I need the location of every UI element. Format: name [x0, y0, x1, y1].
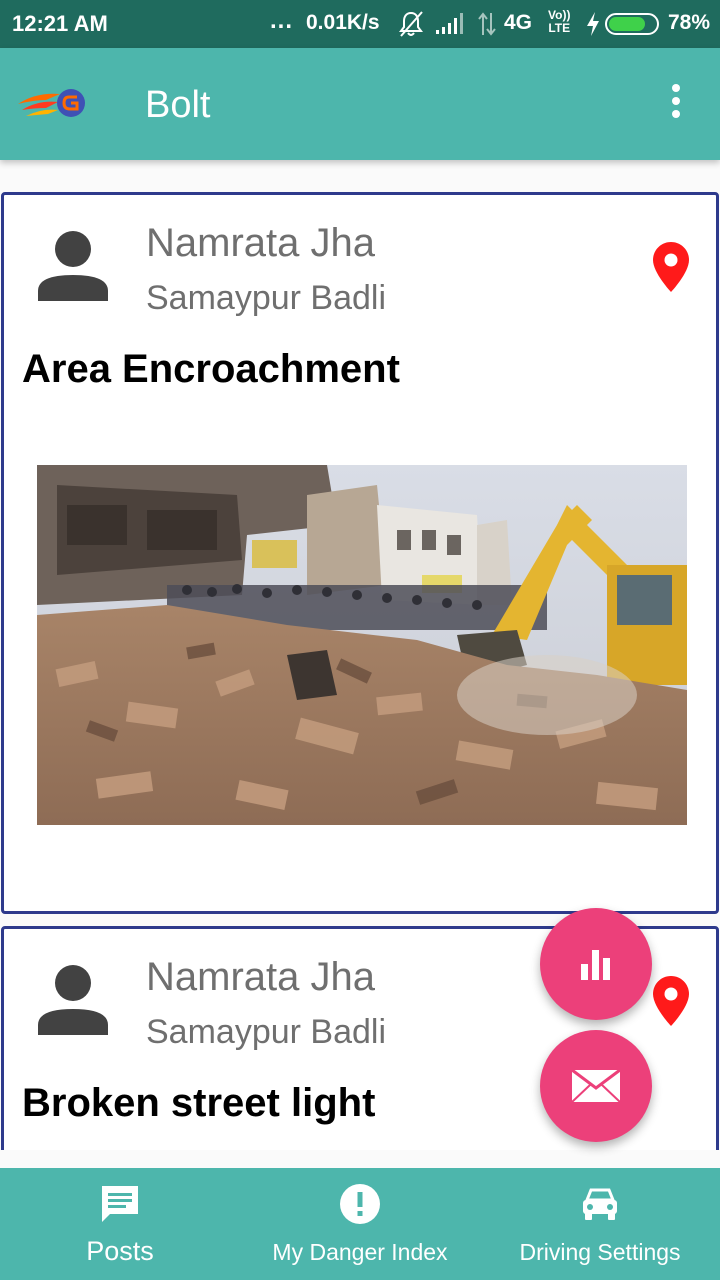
- status-battery: 78%: [668, 11, 711, 34]
- bell-off-icon: [398, 10, 424, 43]
- nav-danger-index-label: My Danger Index: [272, 1239, 448, 1265]
- post-location: Samaypur Badli: [146, 279, 387, 317]
- status-speed: 0.01K/s: [306, 11, 380, 34]
- status-time: 12:21 AM: [12, 11, 108, 36]
- post-image[interactable]: [37, 465, 687, 825]
- charging-bolt-icon: [586, 11, 600, 42]
- post-location: Samaypur Badli: [146, 1013, 387, 1051]
- location-pin-icon[interactable]: [652, 975, 690, 1027]
- signal-icon: [436, 12, 466, 41]
- nav-danger-index[interactable]: My Danger Index: [250, 1168, 470, 1280]
- post-author: Namrata Jha: [146, 955, 375, 999]
- data-arrows-icon: [476, 11, 498, 42]
- nav-driving-settings-label: Driving Settings: [519, 1239, 681, 1265]
- post-title: Area Encroachment: [22, 347, 400, 391]
- nav-posts[interactable]: Posts: [50, 1168, 190, 1280]
- car-icon: [583, 1188, 617, 1220]
- posts-icon: [102, 1186, 138, 1222]
- volte-top: Vo)): [548, 8, 571, 22]
- mail-icon: [571, 1068, 621, 1103]
- person-icon: [34, 229, 112, 303]
- mail-button[interactable]: [540, 1030, 652, 1142]
- battery-icon: [605, 13, 659, 35]
- nav-driving-settings[interactable]: Driving Settings: [500, 1168, 700, 1280]
- screen: 12:21 AM ... 0.01K/s 4G Vo)) LTE 78% Bol…: [0, 0, 720, 1280]
- app-title: Bolt: [145, 84, 211, 126]
- more-vertical-icon[interactable]: [664, 84, 688, 124]
- status-dots: ...: [270, 7, 294, 34]
- person-icon: [34, 963, 112, 1037]
- bottom-navigation: Posts My Danger Index Driving Settings: [0, 1168, 720, 1280]
- stats-button[interactable]: [540, 908, 652, 1020]
- status-network: 4G: [504, 11, 533, 34]
- app-bar: Bolt: [0, 48, 720, 160]
- bolt-logo-icon: [16, 86, 88, 125]
- location-pin-icon[interactable]: [652, 241, 690, 293]
- post-title: Broken street light: [22, 1081, 376, 1125]
- battery-level: [609, 17, 645, 31]
- status-bar: 12:21 AM ... 0.01K/s 4G Vo)) LTE 78%: [0, 0, 720, 48]
- bar-chart-icon: [581, 950, 610, 980]
- post-card[interactable]: Namrata Jha Samaypur Badli Area Encroach…: [1, 192, 719, 914]
- alert-icon: [340, 1184, 380, 1224]
- nav-posts-label: Posts: [86, 1236, 154, 1266]
- volte-bottom: LTE: [548, 21, 571, 35]
- volte-icon: Vo)) LTE: [548, 9, 570, 35]
- post-author: Namrata Jha: [146, 221, 375, 265]
